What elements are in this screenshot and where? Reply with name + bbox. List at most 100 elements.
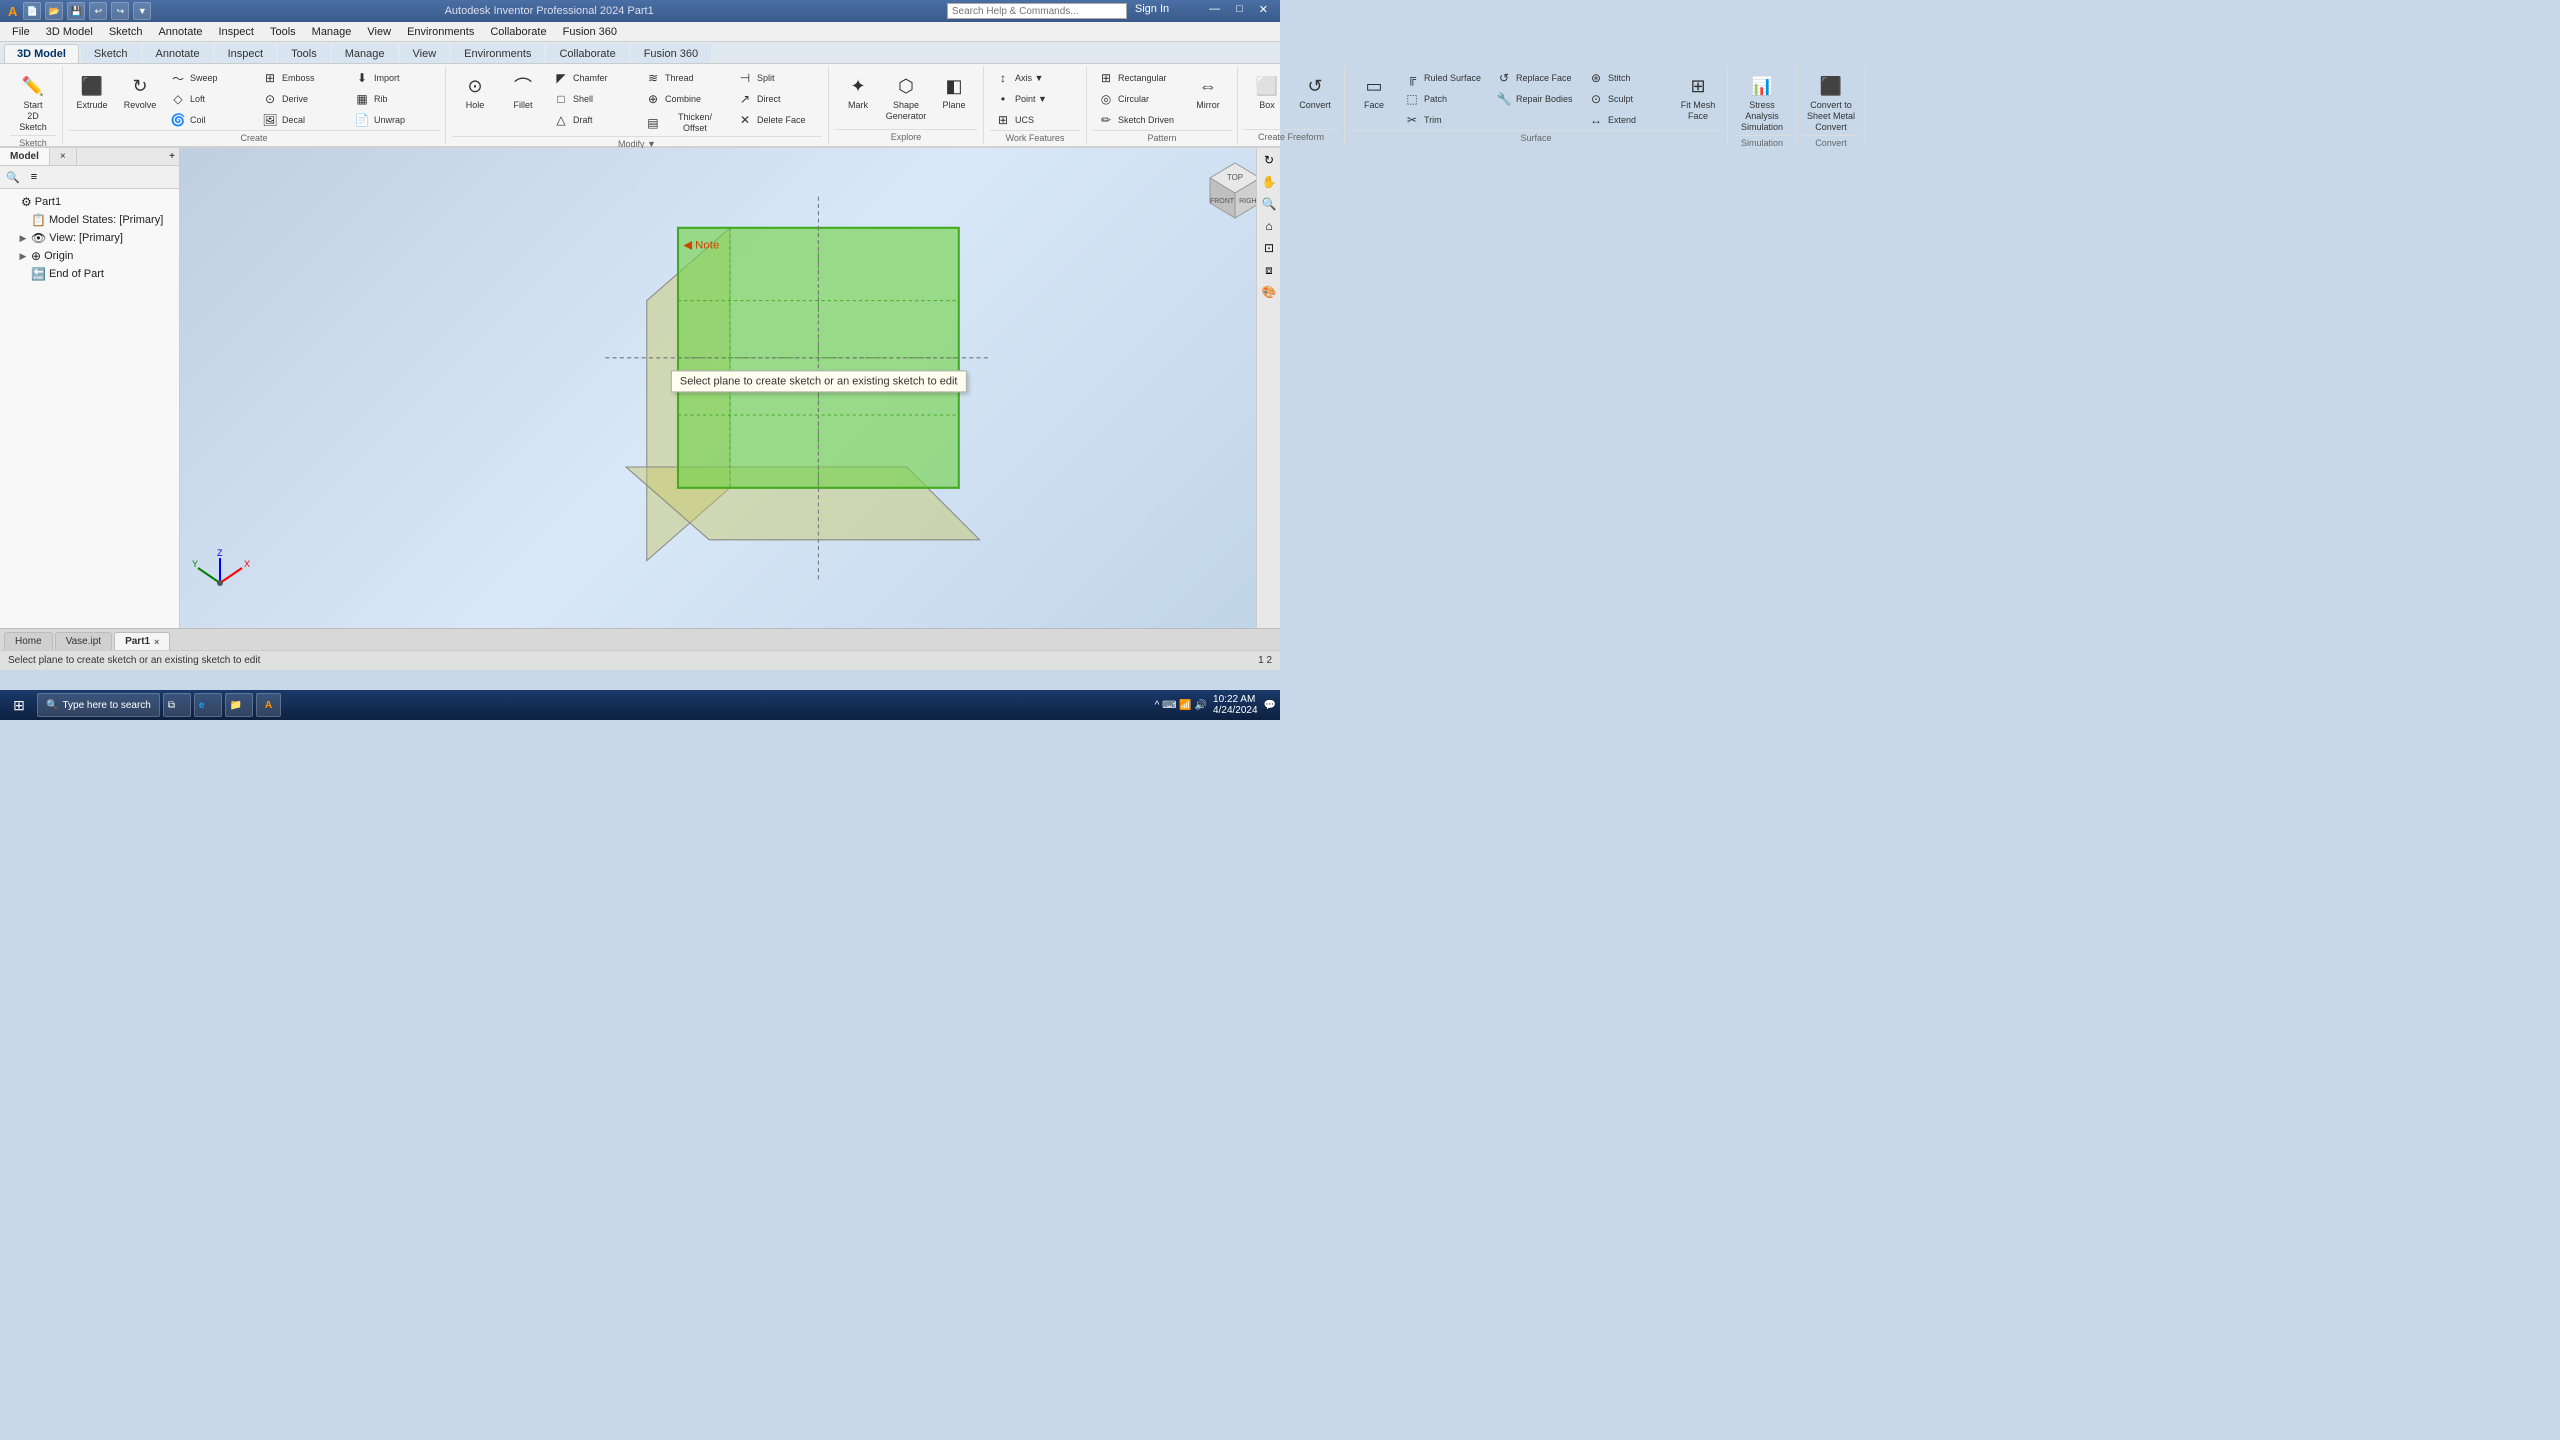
btn-chamfer[interactable]: ◤ Chamfer [548, 68, 638, 88]
btn-import[interactable]: ⬇ Import [349, 68, 439, 88]
notification-btn[interactable]: 💬 [1264, 700, 1276, 711]
btn-box[interactable]: ⬜ Box [1244, 68, 1290, 124]
btn-trim[interactable]: ✂ Trim [1399, 110, 1489, 130]
search-input[interactable] [947, 3, 1127, 19]
btn-direct[interactable]: ↗ Direct [732, 89, 822, 109]
tool-appearance[interactable]: 🎨 [1259, 282, 1279, 302]
tree-item-end-of-part[interactable]: 🔚 End of Part [0, 265, 179, 283]
menu-fusion-360[interactable]: Fusion 360 [555, 24, 625, 40]
btn-thicken[interactable]: ▤ Thicken/ Offset [640, 110, 730, 136]
btn-split[interactable]: ⊣ Split [732, 68, 822, 88]
menu-annotate[interactable]: Annotate [150, 24, 210, 40]
panel-menu-btn[interactable]: ≡ [25, 168, 43, 186]
btn-plane[interactable]: ◧ Plane [931, 68, 977, 124]
maximize-btn[interactable]: □ [1232, 3, 1247, 19]
btn-patch[interactable]: ⬚ Patch [1399, 89, 1489, 109]
btn-extrude[interactable]: ⬛ Extrude [69, 68, 115, 124]
btn-axis[interactable]: ↕ Axis ▼ [990, 68, 1080, 88]
qa-undo[interactable]: ↩ [89, 2, 107, 20]
ribbon-tab-view[interactable]: View [400, 44, 450, 63]
btn-point[interactable]: • Point ▼ [990, 89, 1080, 109]
btn-loft[interactable]: ◇ Loft [165, 89, 255, 109]
btn-shell[interactable]: □ Shell [548, 89, 638, 109]
ribbon-tab-environments[interactable]: Environments [451, 44, 544, 63]
btn-ruled-surface[interactable]: ╔ Ruled Surface [1399, 68, 1489, 88]
panel-search-btn[interactable]: 🔍 [4, 168, 22, 186]
taskbar-edge[interactable]: e [194, 693, 222, 717]
tree-item-view[interactable]: ▶ 👁 View: [Primary] [0, 229, 179, 247]
panel-tab-model[interactable]: Model [0, 148, 50, 165]
btn-derive[interactable]: ⊙ Derive [257, 89, 347, 109]
add-panel-btn[interactable]: + [169, 151, 175, 162]
btn-combine[interactable]: ⊕ Combine [640, 89, 730, 109]
doc-tab-close-btn[interactable]: × [154, 637, 159, 647]
close-btn[interactable]: ✕ [1255, 3, 1272, 19]
btn-circular[interactable]: ◎ Circular [1093, 89, 1183, 109]
ribbon-tab-annotate[interactable]: Annotate [143, 44, 213, 63]
btn-coil[interactable]: 🌀 Coil [165, 110, 255, 130]
tool-fit[interactable]: ⊡ [1259, 238, 1279, 258]
qa-new[interactable]: 📄 [23, 2, 41, 20]
btn-convert[interactable]: ↺ Convert [1292, 68, 1338, 124]
menu-environments[interactable]: Environments [399, 24, 482, 40]
btn-repair-bodies[interactable]: 🔧 Repair Bodies [1491, 89, 1581, 109]
btn-fit-mesh-face[interactable]: ⊞ Fit Mesh Face [1675, 68, 1721, 125]
menu-view[interactable]: View [359, 24, 399, 40]
ribbon-tab-manage[interactable]: Manage [332, 44, 398, 63]
btn-convert-sm[interactable]: ⬛ Convert to Sheet Metal Convert [1803, 68, 1859, 135]
tool-pan[interactable]: ✋ [1259, 172, 1279, 192]
btn-mirror[interactable]: ⇔ Mirror [1185, 68, 1231, 124]
menu-sketch[interactable]: Sketch [101, 24, 151, 40]
ribbon-tab-inspect[interactable]: Inspect [215, 44, 276, 63]
btn-rectangular[interactable]: ⊞ Rectangular [1093, 68, 1183, 88]
tool-home[interactable]: ⌂ [1259, 216, 1279, 236]
menu-file[interactable]: File [4, 24, 38, 40]
sign-in-btn[interactable]: Sign In [1135, 3, 1169, 19]
taskbar-taskview[interactable]: ⧉ [163, 693, 191, 717]
btn-revolve[interactable]: ↻ Revolve [117, 68, 163, 124]
btn-stress-analysis[interactable]: 📊 Stress Analysis Simulation [1734, 68, 1790, 135]
btn-sweep[interactable]: 〜 Sweep [165, 68, 255, 88]
menu-manage[interactable]: Manage [304, 24, 360, 40]
btn-shape-gen[interactable]: ⬡ Shape Generator [883, 68, 929, 125]
btn-delete-face[interactable]: ✕ Delete Face [732, 110, 822, 130]
btn-rib[interactable]: ▦ Rib [349, 89, 439, 109]
tree-item-origin[interactable]: ▶ ⊕ Origin [0, 247, 179, 265]
panel-tab-close[interactable]: × [50, 148, 77, 165]
qa-redo[interactable]: ↪ [111, 2, 129, 20]
taskbar-start[interactable]: ⊞ [4, 693, 34, 717]
btn-mark[interactable]: ✦ Mark [835, 68, 881, 124]
btn-extend[interactable]: ↔ Extend [1583, 110, 1673, 130]
btn-start-sketch[interactable]: ✏️ Start2D Sketch [10, 68, 56, 135]
menu-tools[interactable]: Tools [262, 24, 304, 40]
tool-section[interactable]: ⧈ [1259, 260, 1279, 280]
btn-face[interactable]: ▭ Face [1351, 68, 1397, 124]
btn-thread[interactable]: ≋ Thread [640, 68, 730, 88]
btn-decal[interactable]: 🖼 Decal [257, 110, 347, 130]
taskbar-inventor[interactable]: A [256, 693, 281, 717]
doc-tab-vase[interactable]: Vase.ipt [55, 632, 112, 650]
ribbon-tab-3d-model[interactable]: 3D Model [4, 44, 79, 63]
doc-tab-part1[interactable]: Part1 × [114, 632, 170, 650]
btn-hole[interactable]: ⊙ Hole [452, 68, 498, 124]
menu-collaborate[interactable]: Collaborate [482, 24, 554, 40]
ribbon-tab-sketch[interactable]: Sketch [81, 44, 141, 63]
taskbar-search[interactable]: 🔍 Type here to search [37, 693, 160, 717]
tree-item-model-states[interactable]: 📋 Model States: [Primary] [0, 211, 179, 229]
btn-emboss[interactable]: ⊞ Emboss [257, 68, 347, 88]
ribbon-tab-tools[interactable]: Tools [278, 44, 330, 63]
btn-sculpt[interactable]: ⊙ Sculpt [1583, 89, 1673, 109]
ribbon-tab-collaborate[interactable]: Collaborate [546, 44, 628, 63]
doc-tab-home[interactable]: Home [4, 632, 53, 650]
btn-unwrap[interactable]: 📄 Unwrap [349, 110, 439, 130]
tool-orbit[interactable]: ↻ [1259, 150, 1279, 170]
qa-open[interactable]: 📂 [45, 2, 63, 20]
btn-fillet[interactable]: ⌒ Fillet [500, 68, 546, 124]
menu-inspect[interactable]: Inspect [211, 24, 262, 40]
qa-save[interactable]: 💾 [67, 2, 85, 20]
ribbon-tab-fusion-360[interactable]: Fusion 360 [631, 44, 711, 63]
btn-sketch-driven[interactable]: ✏ Sketch Driven [1093, 110, 1183, 130]
taskbar-explorer[interactable]: 📁 [225, 693, 253, 717]
btn-stitch[interactable]: ⊛ Stitch [1583, 68, 1673, 88]
menu-3d-model[interactable]: 3D Model [38, 24, 101, 40]
